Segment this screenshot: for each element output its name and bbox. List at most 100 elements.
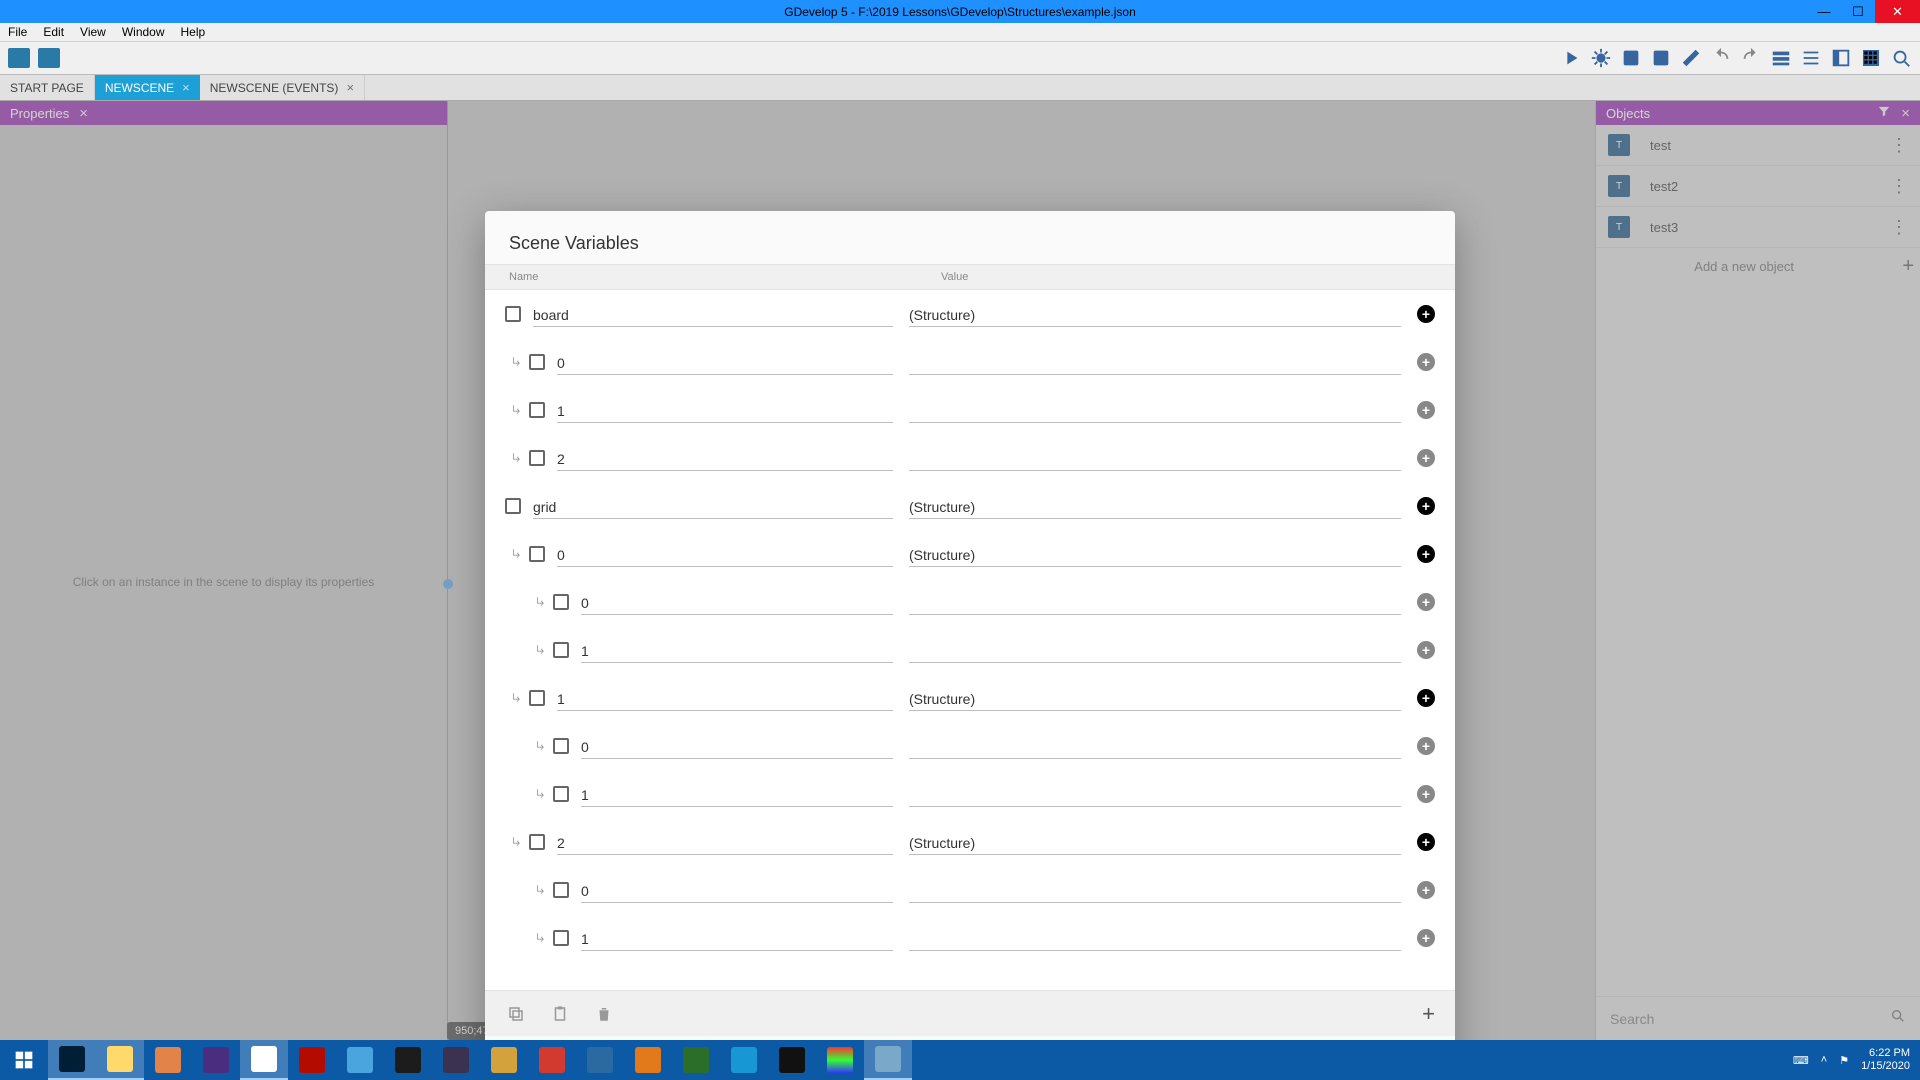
import-icon[interactable] — [1648, 45, 1674, 71]
play-icon[interactable] — [1558, 45, 1584, 71]
maximize-button[interactable]: ☐ — [1841, 0, 1875, 23]
tab-start-page[interactable]: START PAGE — [0, 75, 95, 100]
start-button[interactable] — [0, 1040, 48, 1080]
redo-icon[interactable] — [1738, 45, 1764, 71]
add-child-button[interactable]: + — [1417, 689, 1435, 707]
variable-checkbox[interactable] — [505, 306, 521, 322]
add-child-button[interactable]: + — [1417, 497, 1435, 515]
variable-row[interactable]: 1 (Structure) + — [485, 674, 1455, 722]
menu-help[interactable]: Help — [173, 25, 214, 39]
debug-icon[interactable] — [1588, 45, 1614, 71]
add-child-button[interactable]: + — [1417, 449, 1435, 467]
add-child-button[interactable]: + — [1417, 833, 1435, 851]
variable-name-input[interactable]: 0 — [581, 733, 893, 759]
taskbar-app[interactable] — [816, 1040, 864, 1080]
add-variable-button[interactable]: + — [1422, 1001, 1435, 1027]
variable-value-input[interactable] — [909, 781, 1401, 807]
variable-checkbox[interactable] — [529, 546, 545, 562]
variable-row[interactable]: 0+ — [485, 338, 1455, 386]
close-icon[interactable]: × — [182, 80, 190, 95]
variable-checkbox[interactable] — [529, 354, 545, 370]
keyboard-icon[interactable]: ⌨ — [1793, 1054, 1809, 1067]
menu-view[interactable]: View — [72, 25, 114, 39]
variable-checkbox[interactable] — [529, 690, 545, 706]
variable-name-input[interactable]: 1 — [557, 685, 893, 711]
variable-row[interactable]: 0+ — [485, 722, 1455, 770]
variable-checkbox[interactable] — [553, 642, 569, 658]
taskbar-app[interactable] — [672, 1040, 720, 1080]
taskbar-app[interactable] — [576, 1040, 624, 1080]
undo-icon[interactable] — [1708, 45, 1734, 71]
delete-icon[interactable] — [593, 1003, 615, 1025]
variable-name-input[interactable]: 1 — [557, 397, 893, 423]
variable-row[interactable]: 0+ — [485, 578, 1455, 626]
variable-row[interactable]: 1+ — [485, 770, 1455, 818]
taskbar-app[interactable] — [720, 1040, 768, 1080]
variable-name-input[interactable]: grid — [533, 493, 893, 519]
variable-value-input[interactable] — [909, 445, 1401, 471]
variable-value-input[interactable]: (Structure) — [909, 493, 1401, 519]
variable-name-input[interactable]: 1 — [581, 637, 893, 663]
taskbar-app[interactable] — [288, 1040, 336, 1080]
variable-value-input[interactable] — [909, 877, 1401, 903]
edit-icon[interactable] — [1678, 45, 1704, 71]
close-icon[interactable]: × — [346, 80, 354, 95]
variable-value-input[interactable] — [909, 637, 1401, 663]
variable-name-input[interactable]: 1 — [581, 781, 893, 807]
add-child-button[interactable]: + — [1417, 929, 1435, 947]
paste-icon[interactable] — [549, 1003, 571, 1025]
variable-checkbox[interactable] — [529, 402, 545, 418]
menu-window[interactable]: Window — [114, 25, 173, 39]
toolbar-groups-panel-button[interactable] — [36, 45, 62, 71]
variable-value-input[interactable] — [909, 733, 1401, 759]
variable-name-input[interactable]: 2 — [557, 445, 893, 471]
variable-value-input[interactable] — [909, 589, 1401, 615]
variable-name-input[interactable]: 0 — [581, 589, 893, 615]
variable-value-input[interactable]: (Structure) — [909, 301, 1401, 327]
variable-row[interactable]: 1+ — [485, 626, 1455, 674]
variable-checkbox[interactable] — [529, 834, 545, 850]
variable-checkbox[interactable] — [529, 450, 545, 466]
taskbar-app[interactable] — [528, 1040, 576, 1080]
add-child-button[interactable]: + — [1417, 353, 1435, 371]
variable-row[interactable]: 0+ — [485, 866, 1455, 914]
copy-icon[interactable] — [505, 1003, 527, 1025]
add-child-button[interactable]: + — [1417, 593, 1435, 611]
taskbar-app[interactable] — [624, 1040, 672, 1080]
tray-flag-icon[interactable]: ⚑ — [1839, 1054, 1849, 1067]
taskbar-app[interactable] — [48, 1040, 96, 1080]
close-button[interactable]: ✕ — [1875, 0, 1920, 23]
variable-name-input[interactable]: 0 — [557, 541, 893, 567]
variable-row[interactable]: board(Structure)+ — [485, 290, 1455, 338]
toolbar-objects-panel-button[interactable] — [6, 45, 32, 71]
export-icon[interactable] — [1618, 45, 1644, 71]
add-child-button[interactable]: + — [1417, 881, 1435, 899]
variable-row[interactable]: 2+ — [485, 434, 1455, 482]
variable-value-input[interactable] — [909, 397, 1401, 423]
panel-icon[interactable] — [1828, 45, 1854, 71]
zoom-icon[interactable] — [1888, 45, 1914, 71]
variable-value-input[interactable]: (Structure) — [909, 541, 1401, 567]
system-tray[interactable]: ⌨ ˄ ⚑ 6:22 PM 1/15/2020 — [1793, 1047, 1920, 1073]
list-icon[interactable] — [1798, 45, 1824, 71]
taskbar-app[interactable] — [96, 1040, 144, 1080]
variable-value-input[interactable] — [909, 925, 1401, 951]
variable-checkbox[interactable] — [553, 738, 569, 754]
tab-newscene-events[interactable]: NEWSCENE (EVENTS)× — [200, 75, 365, 100]
menu-edit[interactable]: Edit — [35, 25, 72, 39]
taskbar-app[interactable] — [864, 1040, 912, 1080]
add-child-button[interactable]: + — [1417, 641, 1435, 659]
taskbar-app[interactable] — [480, 1040, 528, 1080]
grid-icon[interactable] — [1858, 45, 1884, 71]
variable-row[interactable]: 0(Structure)+ — [485, 530, 1455, 578]
variable-checkbox[interactable] — [553, 930, 569, 946]
variable-checkbox[interactable] — [505, 498, 521, 514]
variable-name-input[interactable]: 2 — [557, 829, 893, 855]
taskbar-app[interactable] — [192, 1040, 240, 1080]
variable-name-input[interactable]: 1 — [581, 925, 893, 951]
variable-value-input[interactable] — [909, 349, 1401, 375]
taskbar-app[interactable] — [240, 1040, 288, 1080]
variable-checkbox[interactable] — [553, 882, 569, 898]
variable-value-input[interactable]: (Structure) — [909, 685, 1401, 711]
taskbar-app[interactable] — [432, 1040, 480, 1080]
